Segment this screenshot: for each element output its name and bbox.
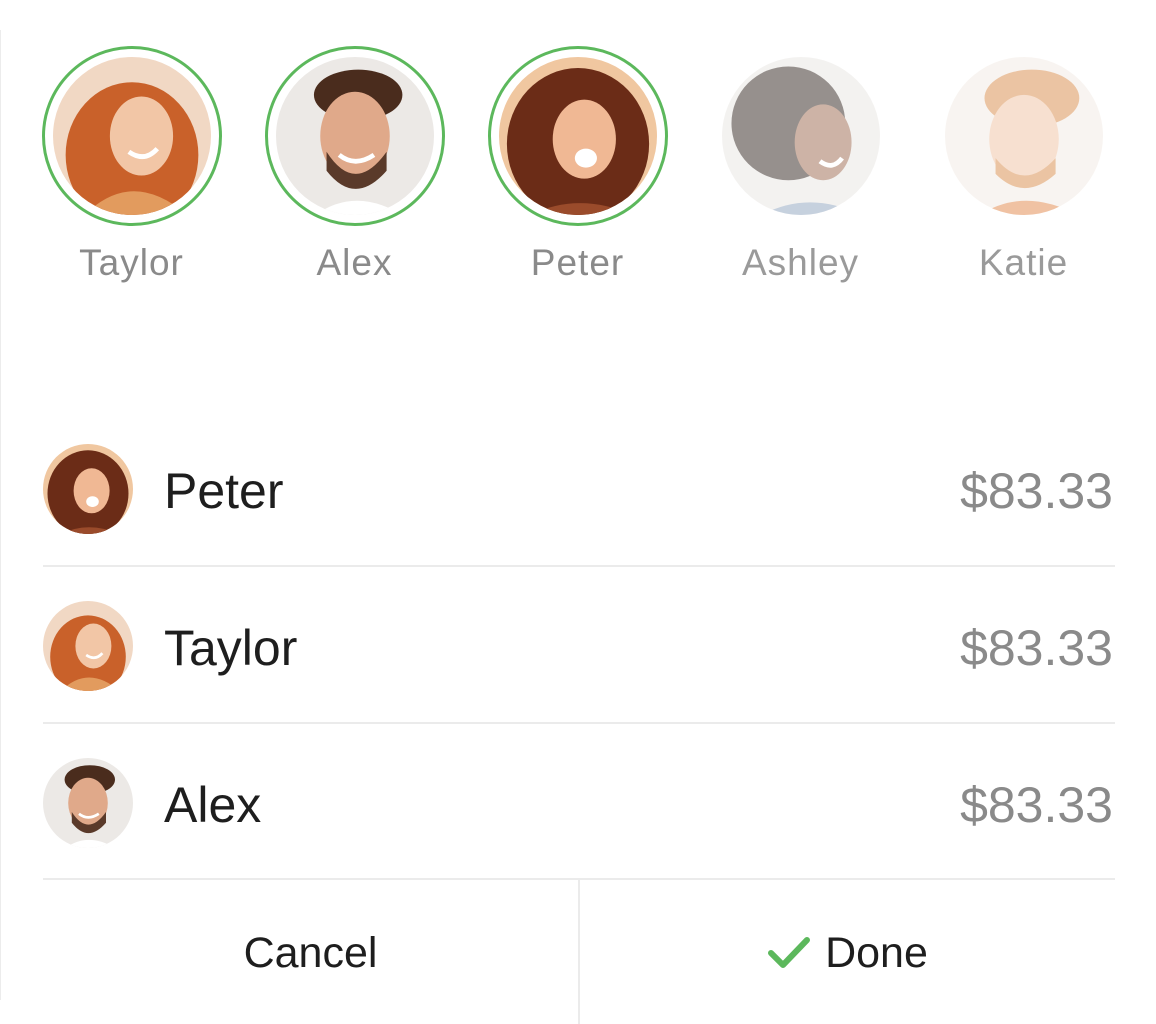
cancel-button[interactable]: Cancel [43,880,578,1024]
avatar [499,57,657,215]
avatar [722,57,880,215]
row-person-name: Peter [164,463,284,519]
split-list: Peter $83.33 Taylor $83.33 Alex $83.33 [43,410,1115,879]
avatar [43,758,133,848]
row-amount: $83.33 [960,463,1113,519]
done-label: Done [825,928,928,977]
person-name: Taylor [79,242,184,283]
done-button[interactable]: Done [580,880,1115,1024]
cancel-label: Cancel [243,928,378,977]
avatar [276,57,434,215]
person-name: Ashley [741,242,860,283]
row-person-name: Taylor [164,620,298,676]
split-row-peter[interactable]: Peter $83.33 [43,410,1115,567]
person-name: Alex [316,242,393,283]
person-alex[interactable]: Alex [243,46,466,296]
checkmark-icon [768,937,811,968]
person-taylor[interactable]: Taylor [20,46,243,296]
row-amount: $83.33 [960,620,1113,676]
split-bill-screen: Taylor Alex Peter Ashley Katie Peter $83… [0,0,1156,1024]
person-katie[interactable]: Katie [912,46,1135,296]
avatar [43,444,133,534]
row-amount: $83.33 [960,777,1113,833]
row-person-name: Alex [164,777,262,833]
person-name: Katie [978,242,1069,283]
people-picker: Taylor Alex Peter Ashley Katie [20,46,1135,296]
avatar [43,601,133,691]
person-name: Peter [530,242,625,283]
avatar [53,57,211,215]
left-edge-divider [0,30,1,1000]
avatar [945,57,1103,215]
person-peter[interactable]: Peter [466,46,689,296]
split-row-taylor[interactable]: Taylor $83.33 [43,567,1115,724]
person-ashley[interactable]: Ashley [689,46,912,296]
action-bar: Cancel Done [43,878,1115,1024]
split-row-alex[interactable]: Alex $83.33 [43,724,1115,879]
